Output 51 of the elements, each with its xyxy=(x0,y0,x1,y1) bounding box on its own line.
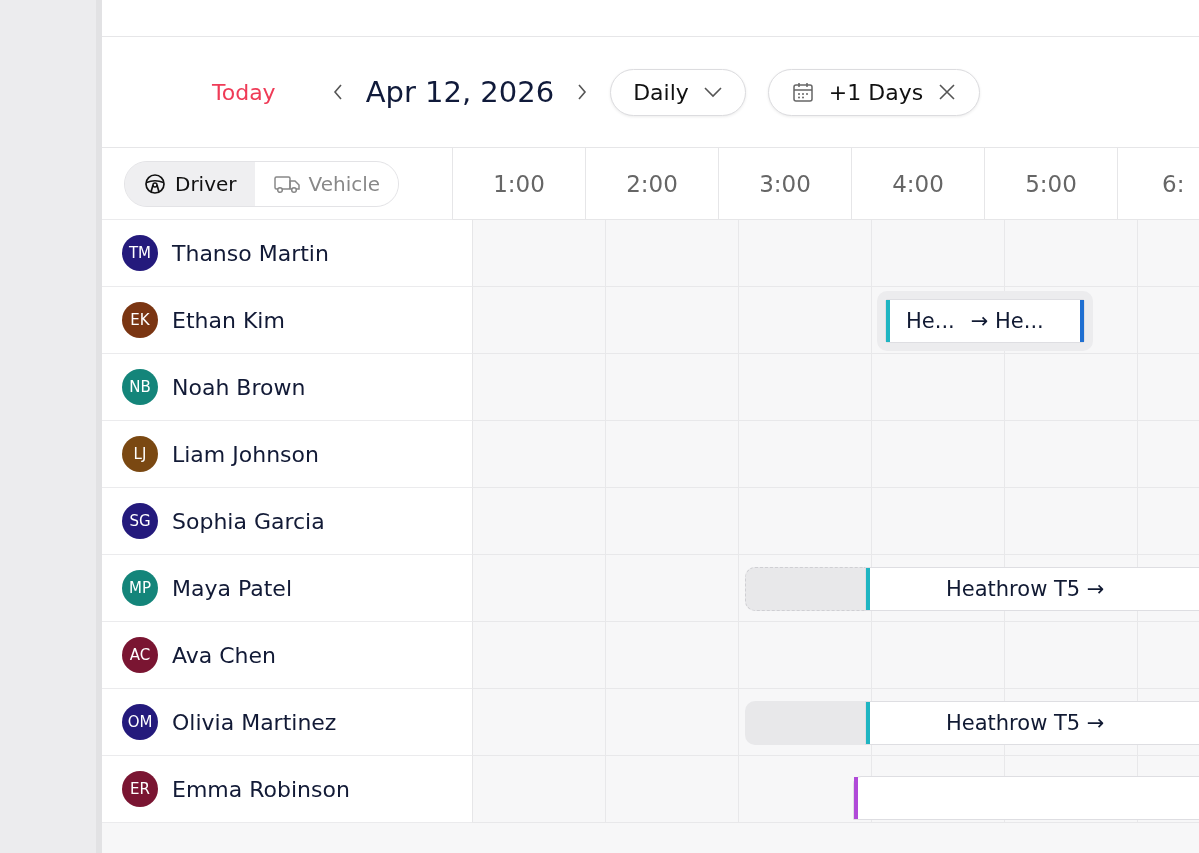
avatar: LJ xyxy=(122,436,158,472)
trip-origin: Heathrow T5 → xyxy=(946,711,1105,735)
hour-header: 5:00 xyxy=(985,148,1118,220)
driver-row-header[interactable]: AC Ava Chen xyxy=(102,622,473,689)
hour-header: 6: xyxy=(1118,148,1199,220)
steering-wheel-icon xyxy=(143,171,167,196)
hour-header: 4:00 xyxy=(852,148,985,220)
driver-name: Maya Patel xyxy=(172,575,292,601)
today-button[interactable]: Today xyxy=(212,79,276,105)
trip-origin: Heathrow T5 → xyxy=(946,577,1105,601)
avatar: NB xyxy=(122,369,158,405)
hour-header: 1:00 xyxy=(453,148,586,220)
view-dropdown[interactable]: Daily xyxy=(610,68,746,116)
current-date: Apr 12, 2026 xyxy=(365,75,555,109)
calendar-icon xyxy=(790,80,815,104)
driver-name: Liam Johnson xyxy=(172,441,319,467)
driver-row-header[interactable]: TM Thanso Martin xyxy=(102,220,473,287)
avatar: EK xyxy=(122,302,158,338)
driver-row-header[interactable]: SG Sophia Garcia xyxy=(102,488,473,555)
hour-header: 2:00 xyxy=(586,148,719,220)
trip-block[interactable]: Heathrow T5 → xyxy=(865,567,1199,611)
avatar: OM xyxy=(122,704,158,740)
avatar: SG xyxy=(122,503,158,539)
resource-tab[interactable]: Vehicle xyxy=(254,161,399,206)
driver-row-header[interactable]: EK Ethan Kim xyxy=(102,287,473,354)
driver-name: Ava Chen xyxy=(172,642,277,668)
driver-row-header[interactable]: LJ Liam Johnson xyxy=(102,421,473,488)
driver-row-header[interactable]: MP Maya Patel xyxy=(102,555,473,622)
range-chip[interactable]: +1 Days xyxy=(767,68,981,116)
avatar: TM xyxy=(122,235,158,271)
avatar: AC xyxy=(122,637,158,673)
driver-name: Emma Robinson xyxy=(172,776,350,802)
avatar: ER xyxy=(122,771,158,807)
driver-row-header[interactable]: ER Emma Robinson xyxy=(102,756,473,823)
trip-block[interactable]: Heathrow T5 → xyxy=(865,701,1199,745)
hour-header: 3:00 xyxy=(719,148,852,220)
close-icon[interactable] xyxy=(937,82,958,102)
status-stripe xyxy=(1080,300,1084,342)
caret-icon xyxy=(702,86,723,98)
driver-row-header[interactable]: OM Olivia Martinez xyxy=(102,689,473,756)
driver-row-header[interactable]: NB Noah Brown xyxy=(102,354,473,421)
driver-name: Noah Brown xyxy=(172,374,306,400)
driver-name: Ethan Kim xyxy=(172,307,285,333)
trip-origin: He... xyxy=(906,309,955,333)
driver-name: Sophia Garcia xyxy=(172,508,325,534)
driver-name: Thanso Martin xyxy=(172,240,329,266)
previous-icon[interactable] xyxy=(331,82,344,102)
trip-destination: → He... xyxy=(970,309,1044,333)
avatar: MP xyxy=(122,570,158,606)
next-icon[interactable] xyxy=(576,82,589,102)
driver-name: Olivia Martinez xyxy=(172,709,337,735)
